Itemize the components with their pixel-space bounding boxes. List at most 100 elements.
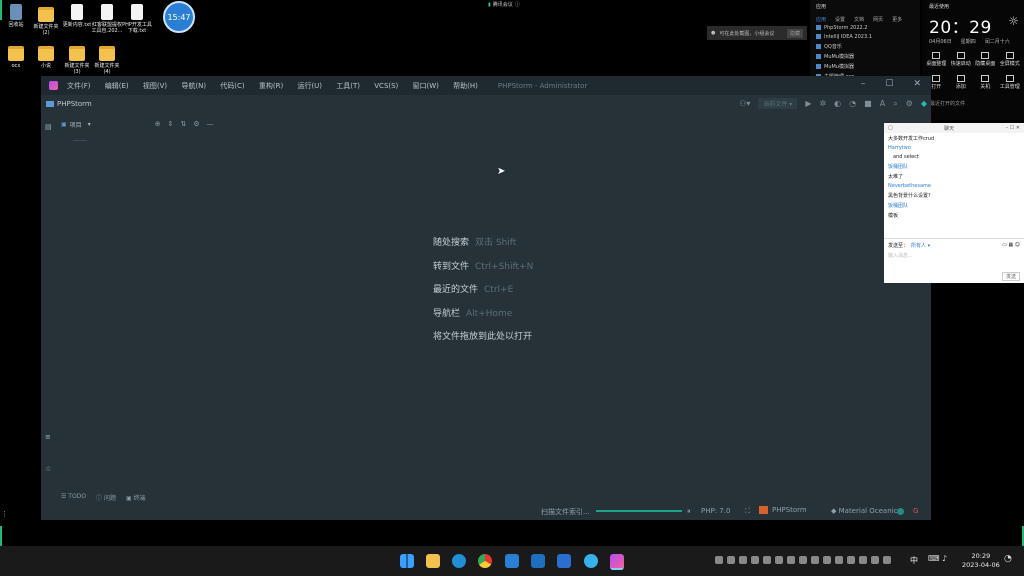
- network-icon[interactable]: ⌨: [928, 554, 940, 563]
- recent-tab-settings[interactable]: 设置: [835, 16, 845, 23]
- desktop-icon-novel[interactable]: 小说: [30, 43, 62, 69]
- menu-code[interactable]: 代码(C): [220, 82, 244, 90]
- desktop-icon-folder-4[interactable]: 新建文件夹 (4): [91, 43, 123, 75]
- edge-icon[interactable]: [452, 554, 466, 568]
- send-to-select[interactable]: 所有人 ▾: [911, 242, 930, 249]
- floating-clock-bubble[interactable]: 15:47: [163, 1, 195, 33]
- stop-icon[interactable]: ■: [864, 99, 872, 108]
- file-explorer-icon[interactable]: [426, 554, 440, 568]
- collapse-all-icon[interactable]: ⇅: [180, 120, 186, 128]
- screenshot-notification[interactable]: ● 可在此处截图，小组会议 隐藏: [707, 26, 807, 40]
- recent-item[interactable]: IntelliJ IDEA 2023.1: [810, 32, 920, 41]
- chat-send-button[interactable]: 发送: [1001, 272, 1020, 281]
- recent-tab-docs[interactable]: 文档: [854, 16, 864, 23]
- meeting-indicator[interactable]: ▮ 腾讯会议 ⓘ: [488, 0, 536, 9]
- menu-window[interactable]: 窗口(W): [413, 82, 439, 90]
- favorites-tool-icon[interactable]: ☆: [45, 465, 51, 473]
- tab-terminal[interactable]: ▣ 终端: [126, 493, 146, 502]
- search-icon[interactable]: ⌕: [893, 99, 897, 109]
- pause-icon[interactable]: ⏸: [687, 507, 691, 516]
- php-version[interactable]: PHP: 7.0: [701, 507, 730, 515]
- recent-item[interactable]: QQ音乐: [810, 41, 920, 51]
- menu-file[interactable]: 文件(F): [67, 82, 91, 90]
- start-menu-icon[interactable]: [400, 554, 414, 568]
- bottom-left-icon[interactable]: ⋮: [1, 510, 8, 518]
- tab-problems[interactable]: ⓘ 问题: [96, 493, 116, 502]
- desktop-icon-recycle-bin[interactable]: 回收站: [0, 4, 32, 28]
- phpstorm-active-icon[interactable]: [610, 554, 624, 570]
- indexing-status[interactable]: 扫描文件索引...: [541, 507, 590, 517]
- desktop-icon-php-tools[interactable]: PHP开发工具下载.txt: [121, 4, 153, 34]
- action-desktop-tidy[interactable]: 桌面整理: [924, 52, 949, 67]
- app-icon[interactable]: [531, 554, 545, 568]
- chrome-icon[interactable]: [478, 554, 492, 568]
- action-fullscreen[interactable]: 全屏模式: [998, 52, 1023, 67]
- run-config-select[interactable]: 当前文件 ▾: [758, 98, 798, 109]
- coverage-icon[interactable]: ◐: [834, 99, 841, 108]
- tray-icon: [835, 556, 843, 564]
- hide-panel-icon[interactable]: —: [207, 120, 214, 128]
- sun-icon[interactable]: ☼: [1008, 14, 1019, 28]
- plugin-logo-icon[interactable]: ◆: [921, 99, 927, 108]
- desktop-icon-folder-3[interactable]: 新建文件夹 (3): [61, 43, 93, 75]
- recent-tab-more[interactable]: 更多: [892, 16, 902, 23]
- user-icon[interactable]: ⚇▾: [739, 99, 750, 108]
- recent-item[interactable]: MuMu模拟器: [810, 51, 920, 61]
- expand-all-icon[interactable]: ⇕: [168, 120, 174, 128]
- settings-gear-icon[interactable]: ⚙: [906, 99, 913, 108]
- chat-pin-icon[interactable]: ▢: [888, 125, 893, 131]
- chat-tools-icons[interactable]: ▭ ▦ ☺: [1002, 242, 1020, 249]
- menu-view[interactable]: 视图(V): [143, 82, 167, 90]
- project-panel-label[interactable]: 项目: [70, 120, 82, 129]
- chat-input[interactable]: 输入消息...: [884, 252, 1024, 259]
- tab-todo[interactable]: ☰ TODO: [61, 493, 86, 502]
- git-icon[interactable]: ⛶: [745, 507, 750, 516]
- app-icon[interactable]: [505, 554, 519, 568]
- action-hide-desktop[interactable]: 隐藏桌面: [973, 52, 998, 67]
- desktop-icon-toolkit[interactable]: 红客联盟提权工具包.202...: [91, 4, 123, 34]
- minimize-icon[interactable]: –: [861, 79, 866, 89]
- notification-center-icon[interactable]: ◔: [1004, 554, 1012, 564]
- system-tray[interactable]: [715, 556, 891, 564]
- app-icon[interactable]: [584, 554, 598, 568]
- chevron-down-icon[interactable]: ▾: [88, 121, 91, 128]
- recent-tab-web[interactable]: 网页: [873, 16, 883, 23]
- menu-refactor[interactable]: 重构(R): [259, 82, 283, 90]
- taskbar-clock[interactable]: 20:29 2023-04-06: [962, 552, 1000, 570]
- profile-icon[interactable]: ◔: [849, 99, 856, 108]
- menu-run[interactable]: 运行(U): [297, 82, 322, 90]
- desktop-icon-ocx[interactable]: ocx: [0, 43, 32, 69]
- menu-tools[interactable]: 工具(T): [336, 82, 360, 90]
- volume-icon[interactable]: ♪: [942, 554, 947, 563]
- menu-vcs[interactable]: VCS(S): [374, 82, 398, 90]
- debug-icon[interactable]: ✲: [819, 99, 826, 108]
- ime-indicator[interactable]: 中: [910, 555, 918, 566]
- recent-item[interactable]: PhpStorm 2022.2: [810, 23, 920, 32]
- menu-edit[interactable]: 编辑(E): [105, 82, 129, 90]
- theme-indicator[interactable]: ◆ Material Oceanic: [831, 507, 897, 515]
- action-quick-launch[interactable]: 快速启动: [949, 52, 974, 67]
- panel-gear-icon[interactable]: ⚙: [193, 120, 199, 128]
- desktop-icon-folder-2[interactable]: 新建文件夹 (2): [30, 4, 62, 36]
- maximize-icon[interactable]: ☐: [885, 79, 893, 89]
- run-icon[interactable]: ▶: [805, 99, 811, 108]
- locate-icon[interactable]: ⊕: [155, 120, 161, 128]
- menu-navigate[interactable]: 导航(N): [181, 82, 206, 90]
- phpstorm-taskbar-icon[interactable]: [557, 554, 571, 568]
- close-icon[interactable]: ✕: [913, 79, 921, 89]
- recent-item[interactable]: MuMu模拟器: [810, 61, 920, 71]
- menu-help[interactable]: 帮助(H): [453, 82, 478, 90]
- product-indicator[interactable]: PHPStorm: [759, 506, 807, 514]
- desktop-icon-update-txt[interactable]: 更新内容.txt: [61, 4, 93, 28]
- structure-tool-icon[interactable]: ≡: [45, 433, 51, 441]
- project-tool-icon[interactable]: ▤: [45, 123, 52, 131]
- project-breadcrumb[interactable]: PHPStorm: [46, 100, 92, 108]
- recent-tab-apps[interactable]: 应用: [816, 16, 826, 23]
- notification-hide-button[interactable]: 隐藏: [786, 28, 803, 38]
- translate-icon[interactable]: A: [880, 99, 885, 108]
- action-shutdown[interactable]: 关机: [973, 75, 998, 90]
- google-icon[interactable]: G: [913, 507, 918, 515]
- chat-window-controls[interactable]: – ☐ ✕: [1006, 125, 1020, 131]
- action-tool-manager[interactable]: 工具管理: [998, 75, 1023, 90]
- action-add[interactable]: 添加: [949, 75, 974, 90]
